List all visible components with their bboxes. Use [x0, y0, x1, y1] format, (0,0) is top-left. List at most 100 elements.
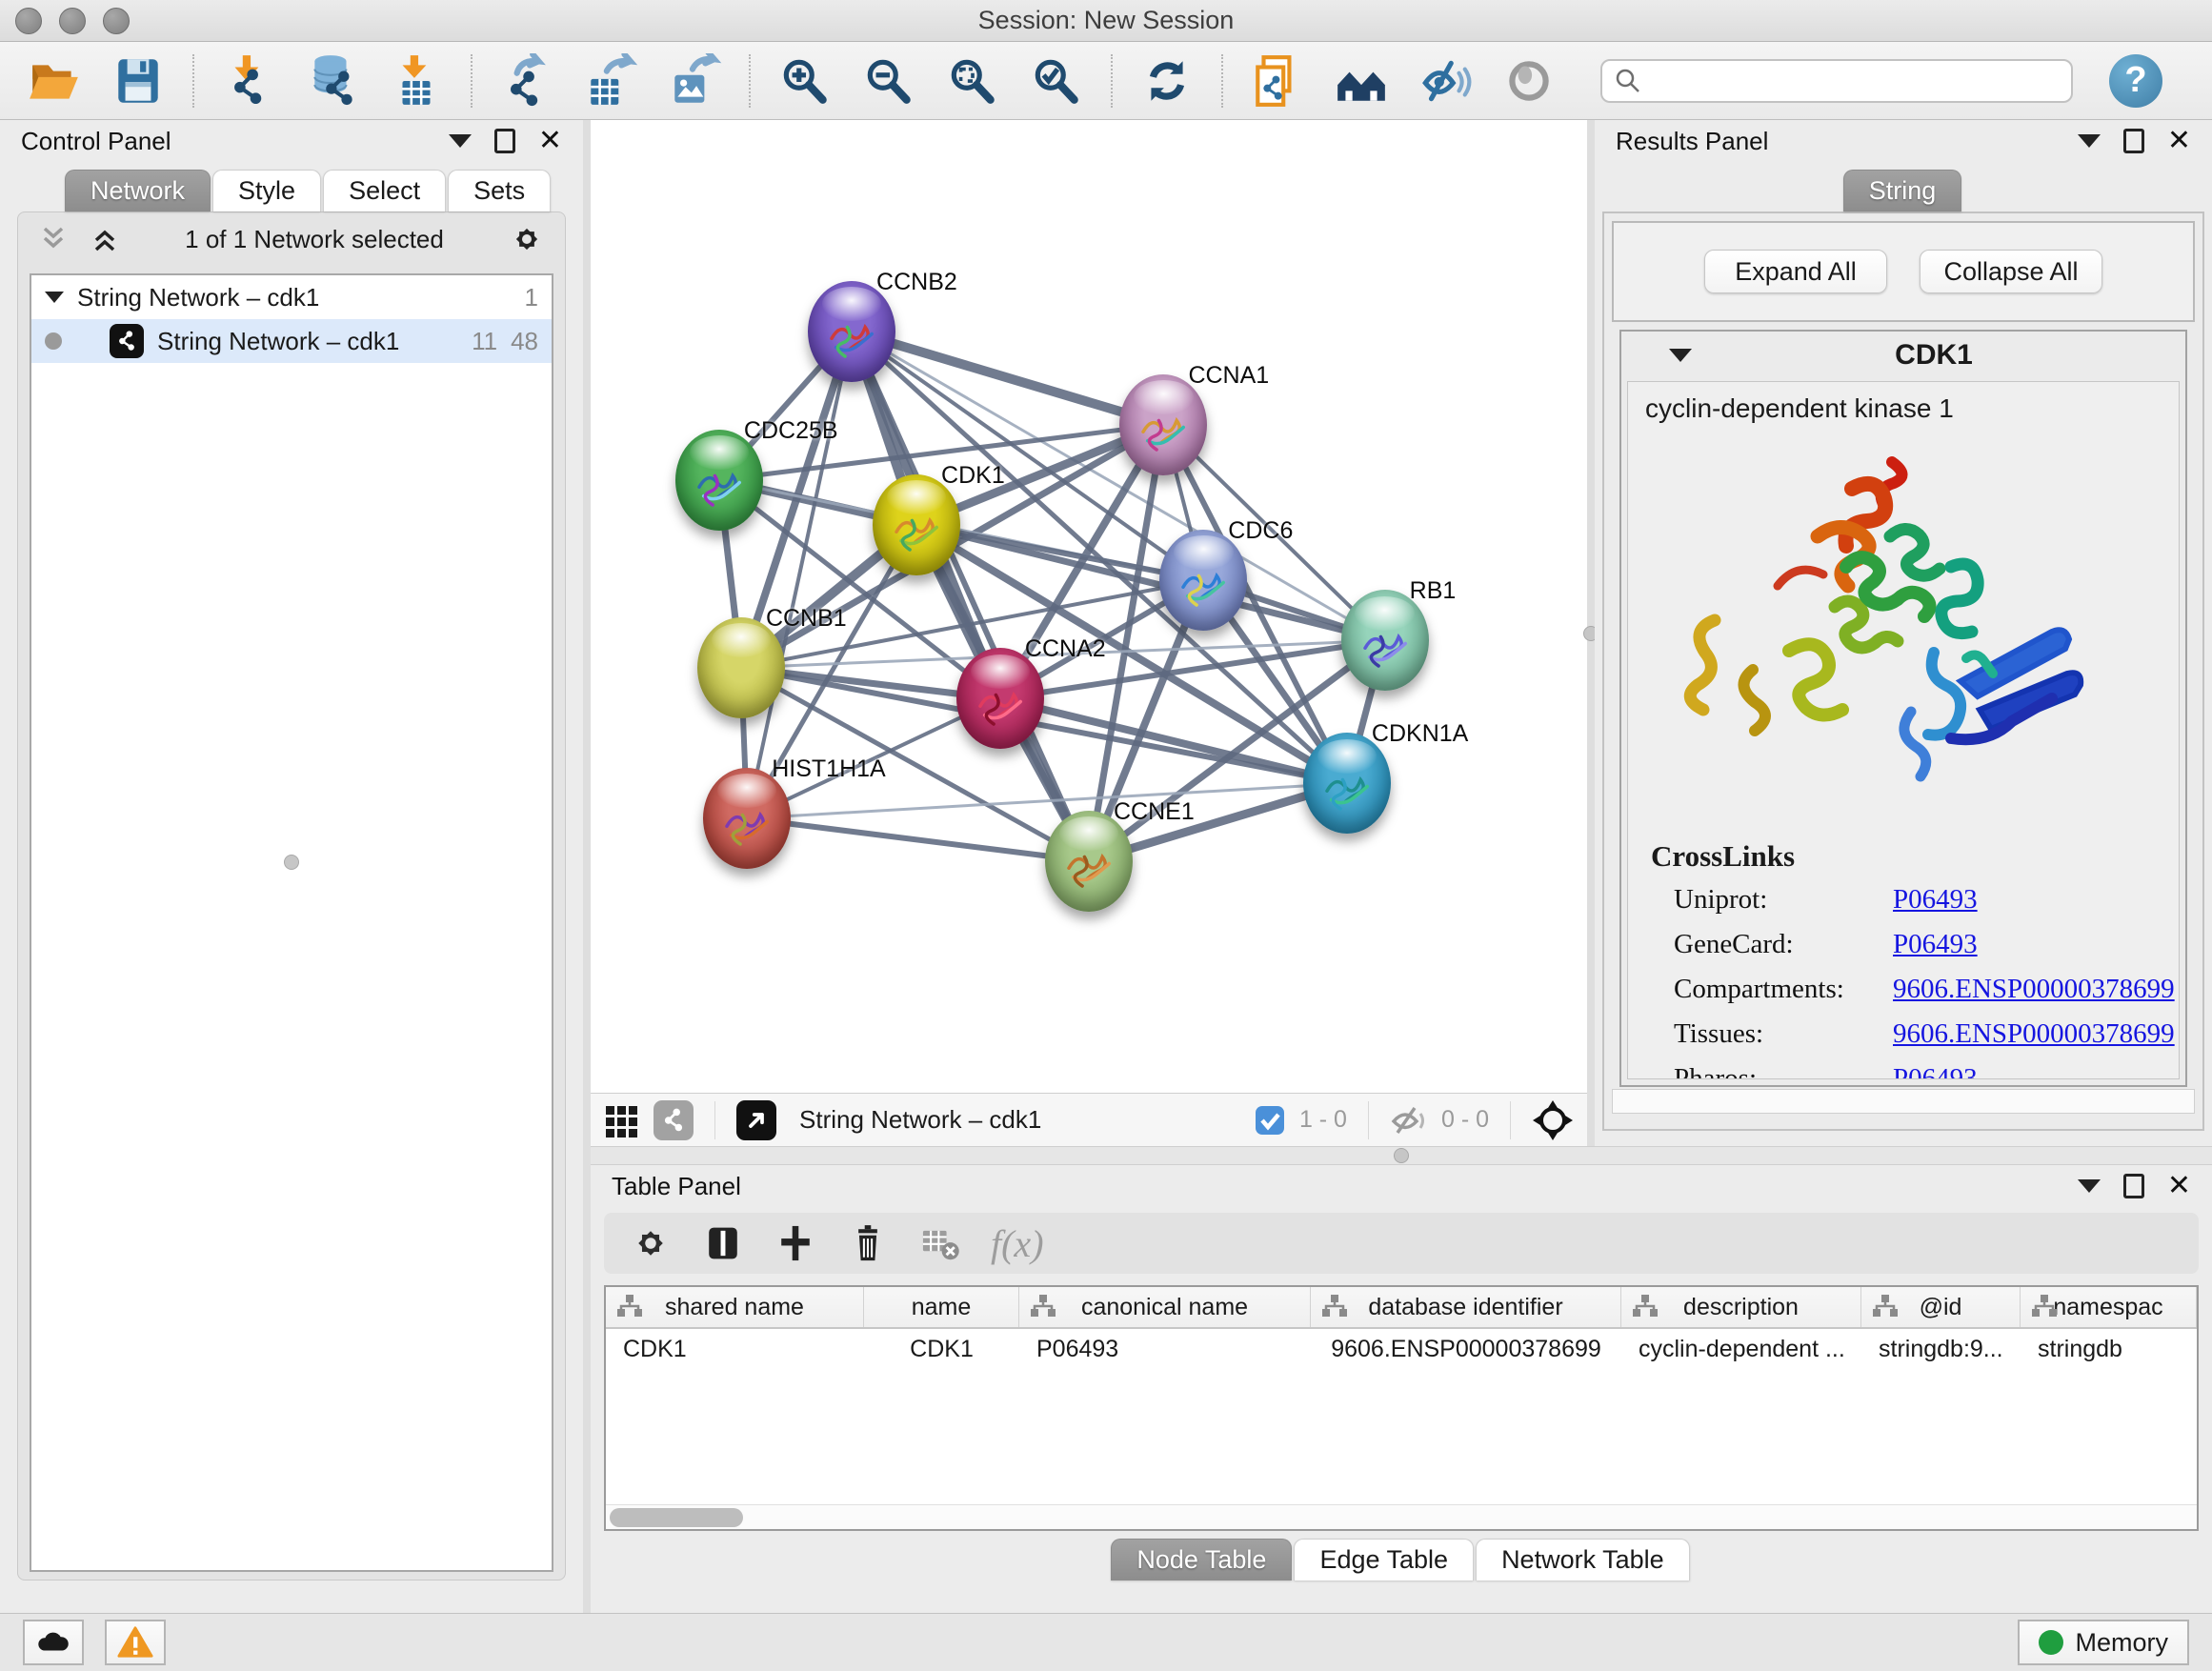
- table-cell[interactable]: cyclin-dependent ...: [1621, 1329, 1861, 1369]
- tab-node-table[interactable]: Node Table: [1111, 1539, 1292, 1580]
- results-horizontal-scrollbar[interactable]: [1612, 1089, 2195, 1114]
- collapse-all-icon[interactable]: [37, 223, 70, 255]
- protein-expander-icon[interactable]: [1669, 349, 1692, 362]
- protein-name: CDK1: [1692, 339, 2176, 372]
- panel-menu-icon[interactable]: [449, 134, 472, 148]
- column-header-namespac[interactable]: namespac: [2021, 1287, 2197, 1327]
- expand-all-button[interactable]: Expand All: [1704, 250, 1887, 293]
- open-session-button[interactable]: [17, 50, 91, 111]
- close-panel-icon[interactable]: ✕: [538, 127, 562, 155]
- table-cell[interactable]: stringdb:9...: [1861, 1329, 2021, 1369]
- cloud-button[interactable]: [23, 1620, 84, 1665]
- close-panel-icon[interactable]: ✕: [2167, 127, 2191, 155]
- help-button[interactable]: ?: [2109, 54, 2162, 108]
- column-header-database-identifier[interactable]: database identifier: [1311, 1287, 1621, 1327]
- left-splitter-handle[interactable]: [284, 855, 299, 870]
- add-column-icon[interactable]: [774, 1221, 817, 1265]
- float-panel-icon[interactable]: [2123, 129, 2144, 153]
- tab-network[interactable]: Network: [65, 170, 211, 211]
- network-row[interactable]: String Network – cdk1 11 48: [31, 319, 552, 363]
- birdseye-view-icon[interactable]: [736, 1100, 776, 1140]
- network-collection-row[interactable]: String Network – cdk1 1: [31, 275, 552, 319]
- window-title-bar: Session: New Session: [0, 0, 2212, 42]
- function-builder-icon[interactable]: f(x): [991, 1221, 1044, 1266]
- show-all-button[interactable]: [1492, 50, 1566, 111]
- crosslink-link[interactable]: 9606.ENSP00000378699: [1893, 1018, 2175, 1050]
- network-view-toolbar: String Network – cdk1 1 - 0 0 - 0: [591, 1093, 1587, 1146]
- horizontal-splitter[interactable]: [591, 1146, 2212, 1165]
- selected-checkbox-icon[interactable]: [1254, 1104, 1286, 1137]
- export-table-button[interactable]: [573, 50, 648, 111]
- panel-menu-icon[interactable]: [2078, 134, 2101, 148]
- table-cell[interactable]: stringdb: [2021, 1329, 2197, 1369]
- float-panel-icon[interactable]: [2123, 1174, 2144, 1198]
- horizontal-splitter-handle[interactable]: [1394, 1148, 1409, 1163]
- export-network-button[interactable]: [490, 50, 564, 111]
- zoom-fit-button[interactable]: [935, 50, 1010, 111]
- zoom-selected-button[interactable]: [1019, 50, 1094, 111]
- tab-string[interactable]: String: [1843, 170, 1962, 211]
- table-gear-icon[interactable]: [629, 1221, 673, 1265]
- grid-view-icon[interactable]: [604, 1102, 640, 1138]
- memory-button[interactable]: Memory: [2018, 1620, 2189, 1665]
- close-window-button[interactable]: [15, 8, 42, 34]
- protein-ribbon-thumbnail: [1316, 757, 1378, 820]
- vertical-splitter[interactable]: [1587, 120, 1595, 1146]
- show-columns-icon[interactable]: [701, 1221, 745, 1265]
- save-session-button[interactable]: [101, 50, 175, 111]
- column-header-name[interactable]: name: [864, 1287, 1019, 1327]
- import-network-file-button[interactable]: [211, 50, 286, 111]
- nested-networks-button[interactable]: [1324, 50, 1398, 111]
- column-header-description[interactable]: description: [1621, 1287, 1861, 1327]
- tab-network-table[interactable]: Network Table: [1476, 1539, 1690, 1580]
- column-header--id[interactable]: @id: [1861, 1287, 2021, 1327]
- zoom-window-button[interactable]: [103, 8, 130, 34]
- close-panel-icon[interactable]: ✕: [2167, 1172, 2191, 1200]
- copy-network-button[interactable]: [1240, 50, 1315, 111]
- scrollbar-thumb[interactable]: [610, 1508, 743, 1527]
- table-horizontal-scrollbar[interactable]: [606, 1504, 2197, 1529]
- collapse-all-button[interactable]: Collapse All: [1920, 250, 2102, 293]
- crosslink-link[interactable]: P06493: [1893, 1063, 1978, 1079]
- network-canvas[interactable]: CCNB2CCNA1CDC25BCDK1CDC6RB1CCNB1CCNA2CDK…: [591, 120, 1587, 1093]
- export-image-button[interactable]: [657, 50, 732, 111]
- import-table-file-button[interactable]: [379, 50, 453, 111]
- network-edge[interactable]: [852, 332, 1089, 861]
- crosslink-link[interactable]: P06493: [1893, 929, 1978, 960]
- crosshair-icon[interactable]: [1532, 1099, 1574, 1141]
- network-edge[interactable]: [747, 818, 1089, 861]
- warnings-button[interactable]: [105, 1620, 166, 1665]
- float-panel-icon[interactable]: [494, 129, 515, 153]
- expand-all-icon[interactable]: [89, 223, 121, 255]
- table-cell[interactable]: CDK1: [606, 1329, 864, 1369]
- delete-column-icon[interactable]: [846, 1221, 890, 1265]
- refresh-button[interactable]: [1130, 50, 1204, 111]
- tree-expander-icon[interactable]: [45, 292, 64, 303]
- crosslink-link[interactable]: P06493: [1893, 884, 1978, 916]
- column-header-canonical-name[interactable]: canonical name: [1019, 1287, 1311, 1327]
- table-cell[interactable]: 9606.ENSP00000378699: [1311, 1329, 1621, 1369]
- network-edge[interactable]: [747, 332, 852, 819]
- tab-select[interactable]: Select: [323, 170, 446, 211]
- zoom-in-button[interactable]: [768, 50, 842, 111]
- network-selection-status: 1 of 1 Network selected: [185, 225, 444, 254]
- column-header-shared-name[interactable]: shared name: [606, 1287, 864, 1327]
- delete-table-icon[interactable]: [918, 1221, 962, 1265]
- network-options-gear-icon[interactable]: [508, 220, 546, 258]
- tab-style[interactable]: Style: [212, 170, 321, 211]
- hide-selected-button[interactable]: [1408, 50, 1482, 111]
- minimize-window-button[interactable]: [59, 8, 86, 34]
- import-network-database-button[interactable]: [295, 50, 370, 111]
- tab-edge-table[interactable]: Edge Table: [1294, 1539, 1474, 1580]
- panel-menu-icon[interactable]: [2078, 1179, 2101, 1193]
- zoom-out-button[interactable]: [852, 50, 926, 111]
- network-edge[interactable]: [852, 332, 1163, 425]
- table-row[interactable]: CDK1CDK1P064939606.ENSP00000378699cyclin…: [606, 1329, 2197, 1369]
- crosslink-link[interactable]: 9606.ENSP00000378699: [1893, 974, 2175, 1005]
- tab-sets[interactable]: Sets: [448, 170, 551, 211]
- network-share-view-icon[interactable]: [654, 1100, 694, 1140]
- table-cell[interactable]: P06493: [1019, 1329, 1311, 1369]
- toolbar-separator: [192, 54, 194, 108]
- table-cell[interactable]: CDK1: [864, 1329, 1019, 1369]
- search-input[interactable]: [1652, 67, 2060, 94]
